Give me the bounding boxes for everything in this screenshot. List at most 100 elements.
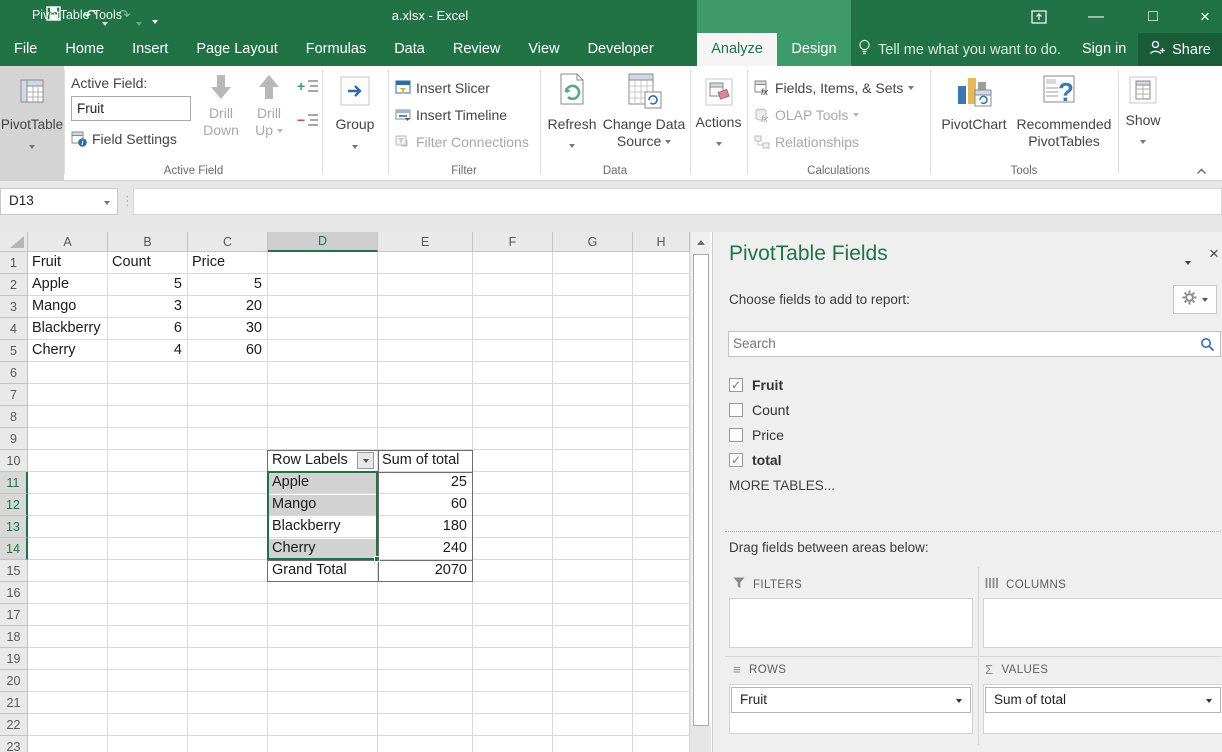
cell-text-B4[interactable]: 6 bbox=[108, 318, 186, 340]
cell-A8[interactable] bbox=[28, 406, 108, 428]
field-settings-button[interactable]: i Field Settings bbox=[71, 128, 177, 150]
cell-H13[interactable] bbox=[633, 516, 690, 538]
cell-B21[interactable] bbox=[108, 692, 188, 714]
cell-F11[interactable] bbox=[473, 472, 553, 494]
cell-H11[interactable] bbox=[633, 472, 690, 494]
cell-G9[interactable] bbox=[553, 428, 633, 450]
expand-field-icon[interactable]: + bbox=[297, 78, 319, 101]
row-header-1[interactable]: 1 bbox=[0, 252, 28, 274]
olap-tools-button[interactable]: fx OLAP Tools bbox=[754, 104, 859, 126]
row-header-16[interactable]: 16 bbox=[0, 582, 28, 604]
row-header-4[interactable]: 4 bbox=[0, 318, 28, 340]
cell-F1[interactable] bbox=[473, 252, 553, 274]
cell-C8[interactable] bbox=[188, 406, 268, 428]
cell-A11[interactable] bbox=[28, 472, 108, 494]
cell-B18[interactable] bbox=[108, 626, 188, 648]
row-header-7[interactable]: 7 bbox=[0, 384, 28, 406]
search-input[interactable] bbox=[729, 332, 1184, 351]
cell-E22[interactable] bbox=[378, 714, 473, 736]
cell-H22[interactable] bbox=[633, 714, 690, 736]
cell-B11[interactable] bbox=[108, 472, 188, 494]
cell-A22[interactable] bbox=[28, 714, 108, 736]
cell-G7[interactable] bbox=[553, 384, 633, 406]
cell-F7[interactable] bbox=[473, 384, 553, 406]
cell-A16[interactable] bbox=[28, 582, 108, 604]
cell-C20[interactable] bbox=[188, 670, 268, 692]
cell-G14[interactable] bbox=[553, 538, 633, 560]
cell-F17[interactable] bbox=[473, 604, 553, 626]
row-header-15[interactable]: 15 bbox=[0, 560, 28, 582]
tab-page-layout[interactable]: Page Layout bbox=[182, 33, 291, 66]
more-tables-link[interactable]: MORE TABLES... bbox=[729, 478, 835, 493]
cell-A10[interactable] bbox=[28, 450, 108, 472]
cell-G18[interactable] bbox=[553, 626, 633, 648]
cell-F23[interactable] bbox=[473, 736, 553, 752]
cell-C19[interactable] bbox=[188, 648, 268, 670]
cell-text-A4[interactable]: Blackberry bbox=[28, 318, 106, 340]
cell-B17[interactable] bbox=[108, 604, 188, 626]
cell-G21[interactable] bbox=[553, 692, 633, 714]
cell-H8[interactable] bbox=[633, 406, 690, 428]
cell-C18[interactable] bbox=[188, 626, 268, 648]
cell-G15[interactable] bbox=[553, 560, 633, 582]
scroll-up-icon[interactable] bbox=[692, 232, 710, 252]
cell-E18[interactable] bbox=[378, 626, 473, 648]
maximize-button[interactable]: □ bbox=[1130, 0, 1176, 33]
cell-D3[interactable] bbox=[268, 296, 378, 318]
cell-A21[interactable] bbox=[28, 692, 108, 714]
field-item-total[interactable]: ✓total bbox=[729, 447, 1209, 472]
recommended-pivottables-button[interactable]: ? RecommendedPivotTables bbox=[1014, 68, 1114, 150]
cell-text-E13[interactable]: 180 bbox=[378, 516, 471, 538]
cell-B15[interactable] bbox=[108, 560, 188, 582]
change-data-source-button[interactable]: Change DataSource bbox=[600, 68, 688, 150]
checkbox-checked-icon[interactable]: ✓ bbox=[729, 453, 743, 467]
cell-C21[interactable] bbox=[188, 692, 268, 714]
cell-D22[interactable] bbox=[268, 714, 378, 736]
cell-G1[interactable] bbox=[553, 252, 633, 274]
cell-H2[interactable] bbox=[633, 274, 690, 296]
cell-text-B3[interactable]: 3 bbox=[108, 296, 186, 318]
cell-F20[interactable] bbox=[473, 670, 553, 692]
row-header-6[interactable]: 6 bbox=[0, 362, 28, 384]
col-header-B[interactable]: B bbox=[108, 232, 188, 252]
cell-E20[interactable] bbox=[378, 670, 473, 692]
cell-A14[interactable] bbox=[28, 538, 108, 560]
col-header-D[interactable]: D bbox=[268, 232, 378, 252]
cell-G16[interactable] bbox=[553, 582, 633, 604]
row-header-18[interactable]: 18 bbox=[0, 626, 28, 648]
cell-G22[interactable] bbox=[553, 714, 633, 736]
cell-C12[interactable] bbox=[188, 494, 268, 516]
cell-B13[interactable] bbox=[108, 516, 188, 538]
cell-G20[interactable] bbox=[553, 670, 633, 692]
checkbox-checked-icon[interactable]: ✓ bbox=[729, 378, 743, 392]
cell-text-B2[interactable]: 5 bbox=[108, 274, 186, 296]
vertical-scrollbar[interactable] bbox=[690, 232, 710, 752]
collapse-ribbon-icon[interactable] bbox=[1196, 162, 1206, 172]
cell-text-C1[interactable]: Price bbox=[188, 252, 266, 274]
cell-E2[interactable] bbox=[378, 274, 473, 296]
cell-G13[interactable] bbox=[553, 516, 633, 538]
cell-A12[interactable] bbox=[28, 494, 108, 516]
cell-C22[interactable] bbox=[188, 714, 268, 736]
active-field-box[interactable] bbox=[71, 96, 191, 121]
cell-C17[interactable] bbox=[188, 604, 268, 626]
field-item-price[interactable]: Price bbox=[729, 422, 1209, 447]
pivotchart-button[interactable]: PivotChart bbox=[935, 68, 1013, 133]
cell-C7[interactable] bbox=[188, 384, 268, 406]
cell-F14[interactable] bbox=[473, 538, 553, 560]
cell-D20[interactable] bbox=[268, 670, 378, 692]
tab-formulas[interactable]: Formulas bbox=[292, 33, 380, 66]
row-header-13[interactable]: 13 bbox=[0, 516, 28, 538]
sign-in-button[interactable]: Sign in bbox=[1082, 33, 1126, 66]
name-box-input[interactable] bbox=[1, 189, 91, 208]
cell-E17[interactable] bbox=[378, 604, 473, 626]
pivottable-menu-button[interactable]: PivotTable bbox=[0, 66, 64, 180]
insert-timeline-button[interactable]: Insert Timeline bbox=[395, 104, 507, 126]
filters-drop-area[interactable] bbox=[729, 598, 973, 648]
row-header-3[interactable]: 3 bbox=[0, 296, 28, 318]
cell-G17[interactable] bbox=[553, 604, 633, 626]
cell-B19[interactable] bbox=[108, 648, 188, 670]
filter-connections-button[interactable]: Filter Connections bbox=[395, 131, 529, 153]
drill-up-button[interactable]: DrillUp bbox=[246, 68, 292, 139]
cell-E19[interactable] bbox=[378, 648, 473, 670]
